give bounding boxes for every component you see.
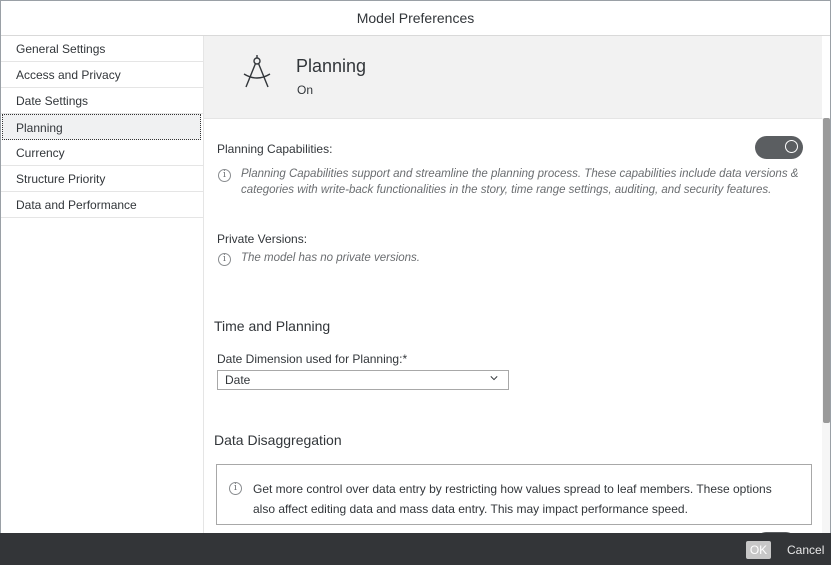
page-subtitle: On xyxy=(297,83,314,97)
date-dimension-label-text: Date Dimension used for Planning: xyxy=(217,352,403,366)
cancel-button[interactable]: Cancel xyxy=(787,541,824,559)
sidebar-item-currency[interactable]: Currency xyxy=(1,140,203,166)
page-title: Planning xyxy=(296,56,367,76)
planning-capabilities-toggle[interactable] xyxy=(755,136,803,159)
info-icon: i xyxy=(229,482,242,495)
sidebar-nav: General Settings Access and Privacy Date… xyxy=(1,36,204,534)
private-versions-info: The model has no private versions. xyxy=(241,252,420,264)
section-header: Planning On xyxy=(204,36,822,119)
planning-capabilities-info: Planning Capabilities support and stream… xyxy=(241,168,799,196)
chevron-down-icon xyxy=(490,376,498,381)
ok-button[interactable]: OK xyxy=(746,541,771,559)
date-dimension-label: Date Dimension used for Planning:* xyxy=(217,352,407,366)
time-and-planning-title: Time and Planning xyxy=(214,318,331,334)
data-disaggregation-info: Get more control over data entry by rest… xyxy=(253,482,772,516)
data-disaggregation-title: Data Disaggregation xyxy=(214,432,342,448)
planning-capabilities-label: Planning Capabilities: xyxy=(217,142,333,156)
sidebar-item-general-settings[interactable]: General Settings xyxy=(1,36,203,62)
model-preferences-dialog: Model Preferences General Settings Acces… xyxy=(0,0,831,565)
toggle-knob xyxy=(785,140,798,153)
compass-icon xyxy=(243,55,271,88)
main-panel: Planning On Planning Capabilities: i Pla… xyxy=(204,36,822,534)
date-dimension-select[interactable]: Date xyxy=(217,370,509,390)
scrollbar-thumb[interactable] xyxy=(823,118,830,423)
sidebar-item-access-and-privacy[interactable]: Access and Privacy xyxy=(1,62,203,88)
sidebar-item-structure-priority[interactable]: Structure Priority xyxy=(1,166,203,192)
sidebar-item-planning[interactable]: Planning xyxy=(2,114,201,140)
data-disaggregation-message: i Get more control over data entry by re… xyxy=(216,464,812,525)
sidebar-item-data-and-performance[interactable]: Data and Performance xyxy=(1,192,203,218)
required-mark: * xyxy=(402,352,408,366)
date-dimension-value: Date xyxy=(225,373,251,387)
dialog-footer xyxy=(0,533,831,565)
private-versions-label: Private Versions: xyxy=(217,232,308,246)
info-icon: i xyxy=(218,253,231,266)
info-icon: i xyxy=(218,169,231,182)
dialog-title: Model Preferences xyxy=(1,1,830,36)
sidebar-item-date-settings[interactable]: Date Settings xyxy=(1,88,203,114)
